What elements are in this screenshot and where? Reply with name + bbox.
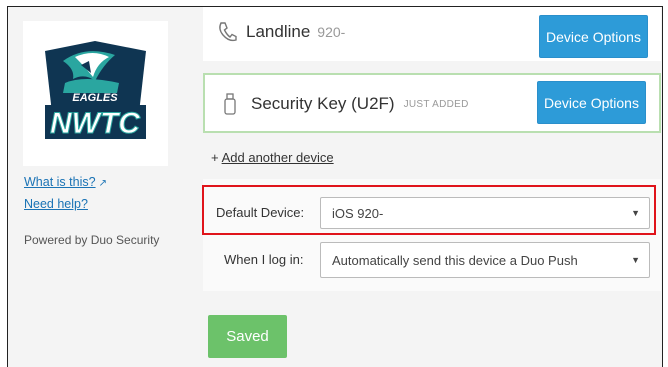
caret-down-icon: ▼ [631,255,640,265]
login-action-label: When I log in: [224,252,304,267]
need-help-link[interactable]: Need help? [24,197,88,211]
login-action-select[interactable]: Automatically send this device a Duo Pus… [320,242,650,278]
plus-icon: + [211,150,219,165]
external-link-icon: ↗ [98,178,107,189]
device-options-button-landline[interactable]: Device Options [539,15,648,58]
svg-text:EAGLES: EAGLES [72,92,118,104]
highlight-box [202,185,656,235]
login-action-value: Automatically send this device a Duo Pus… [332,252,578,268]
what-is-this-label: What is this? [24,175,96,189]
svg-text:NWTC: NWTC [50,107,141,140]
usb-key-icon [224,93,236,115]
device-name-landline: Landline [246,22,311,41]
device-name-security-key: Security Key (U2F) [251,94,395,113]
device-number-landline: 920- [317,24,346,40]
powered-by-text: Powered by Duo Security [24,233,160,247]
nwtc-logo: EAGLES NWTC [23,21,168,166]
phone-icon [219,22,237,42]
add-another-device-link[interactable]: Add another device [222,150,334,165]
eagle-logo-graphic: EAGLES NWTC [45,41,146,141]
duo-settings-frame: EAGLES NWTC What is this? ↗ Need help? Po… [7,6,663,367]
device-options-button-security-key[interactable]: Device Options [537,81,646,124]
just-added-badge: JUST ADDED [403,98,469,110]
saved-button[interactable]: Saved [208,315,287,358]
what-is-this-link[interactable]: What is this? ↗ [24,175,107,189]
add-another-device[interactable]: + Add another device [211,150,334,165]
